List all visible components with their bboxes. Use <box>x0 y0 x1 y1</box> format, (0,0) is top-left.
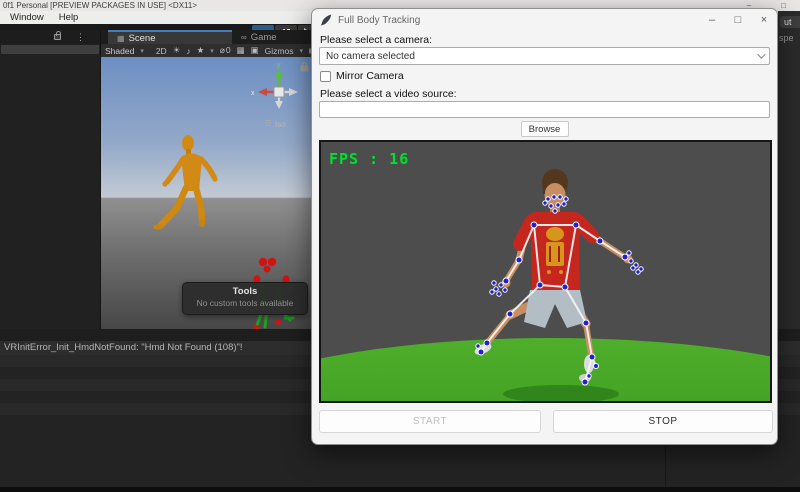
minimize-icon[interactable]: – <box>699 9 725 31</box>
panel-menu-icon[interactable]: ⋮ <box>76 32 85 43</box>
camera-label: Please select a camera: <box>320 34 432 46</box>
fps-counter: FPS : 16 <box>329 150 409 168</box>
unity-window-title: 0f1 Personal [PREVIEW PACKAGES IN USE] <… <box>3 0 197 11</box>
browse-button[interactable]: Browse <box>521 121 569 137</box>
chevron-down-icon <box>757 50 765 58</box>
gizmos-dropdown-arrow[interactable]: ▾ <box>299 47 303 55</box>
game-tab-icon: ∞ <box>241 33 247 42</box>
stop-button[interactable]: STOP <box>553 410 773 433</box>
gizmo-y-label: y <box>277 62 281 69</box>
camera-icon[interactable]: ▣ <box>251 45 259 56</box>
screen: 0f1 Personal [PREVIEW PACKAGES IN USE] <… <box>0 0 800 492</box>
tools-overlay-message: No custom tools available <box>183 298 307 308</box>
lighting-icon[interactable]: ☀ <box>173 45 181 56</box>
unity-maximize-icon[interactable]: □ <box>781 0 786 11</box>
hidden-objects-icon[interactable]: ⌀ <box>220 45 225 56</box>
shading-dropdown-arrow[interactable]: ▾ <box>140 47 144 55</box>
scene-tab-icon: ▦ <box>117 34 125 43</box>
hidden-objects-count: 0 <box>226 45 231 56</box>
close-icon[interactable]: × <box>751 9 777 31</box>
scene-panel: ▦ Scene ∞ Game ⋮ Shaded ▾ 2D ☀ ♪ ★ ▾ ⌀ 0… <box>101 30 320 329</box>
mirror-camera-checkbox[interactable] <box>320 71 331 82</box>
video-source-input[interactable] <box>319 101 770 118</box>
effects-dropdown-arrow[interactable]: ▾ <box>210 47 214 55</box>
tools-overlay: Tools No custom tools available <box>182 282 308 315</box>
orientation-gizmo: y x <box>251 62 298 109</box>
video-feed: FPS : 16 <box>319 140 772 403</box>
maximize-icon[interactable]: □ <box>725 9 751 31</box>
video-source-label: Please select a video source: <box>320 88 457 100</box>
tracking-window-titlebar[interactable]: Full Body Tracking – □ × <box>312 9 777 31</box>
hierarchy-panel-header: ⋮ <box>0 30 100 44</box>
camera-dropdown-value: No camera selected <box>326 51 415 62</box>
tools-overlay-title: Tools <box>183 286 307 297</box>
scene-tabbar: ▦ Scene ∞ Game ⋮ <box>101 30 320 44</box>
tracking-window-title: Full Body Tracking <box>338 15 420 26</box>
mirror-camera-label: Mirror Camera <box>336 70 404 82</box>
camera-dropdown[interactable]: No camera selected <box>319 47 770 65</box>
grid-icon[interactable]: ▦ <box>237 45 245 56</box>
tracking-window: Full Body Tracking – □ × Please select a… <box>311 8 778 445</box>
layout-button-fragment[interactable]: ut <box>780 16 800 28</box>
menu-help[interactable]: Help <box>59 12 79 23</box>
scene-tab-label: Scene <box>129 33 156 44</box>
tracked-avatar <box>321 142 772 403</box>
avatar-shadow <box>503 385 619 403</box>
hierarchy-toolbar[interactable] <box>1 45 99 54</box>
hierarchy-panel: ⋮ <box>0 30 101 329</box>
panel-divider[interactable] <box>665 446 666 487</box>
effects-icon[interactable]: ★ <box>197 45 205 56</box>
menu-window[interactable]: Window <box>10 12 44 23</box>
iso-projection-label: Iso <box>265 120 286 129</box>
tab-scene[interactable]: ▦ Scene <box>108 30 232 44</box>
tab-game[interactable]: ∞ Game <box>232 30 286 44</box>
shading-dropdown[interactable]: Shaded <box>105 46 134 56</box>
scene-viewport[interactable]: y x Iso <box>101 57 320 329</box>
app-feather-icon <box>320 14 332 26</box>
svg-text:Iso: Iso <box>275 120 286 129</box>
gizmos-dropdown[interactable]: Gizmos <box>265 46 294 56</box>
scene-lock-icon <box>301 63 308 72</box>
mirror-camera-row[interactable]: Mirror Camera <box>320 70 404 82</box>
lock-icon[interactable] <box>54 34 61 40</box>
console-error-message: VRInitError_Init_HmdNotFound: "Hmd Not F… <box>4 342 243 353</box>
game-tab-label: Game <box>251 32 277 43</box>
bottom-bar <box>0 487 800 492</box>
audio-icon[interactable]: ♪ <box>186 46 190 56</box>
toggle-2d[interactable]: 2D <box>156 46 167 56</box>
gizmo-x-label: x <box>251 90 255 97</box>
start-button[interactable]: START <box>319 410 541 433</box>
golden-avatar <box>153 135 218 230</box>
scene-view-toolbar: Shaded ▾ 2D ☀ ♪ ★ ▾ ⌀ 0 ▦ ▣ Gizmos ▾ A <box>101 44 320 57</box>
inspector-tab-fragment[interactable]: spe <box>779 33 794 43</box>
